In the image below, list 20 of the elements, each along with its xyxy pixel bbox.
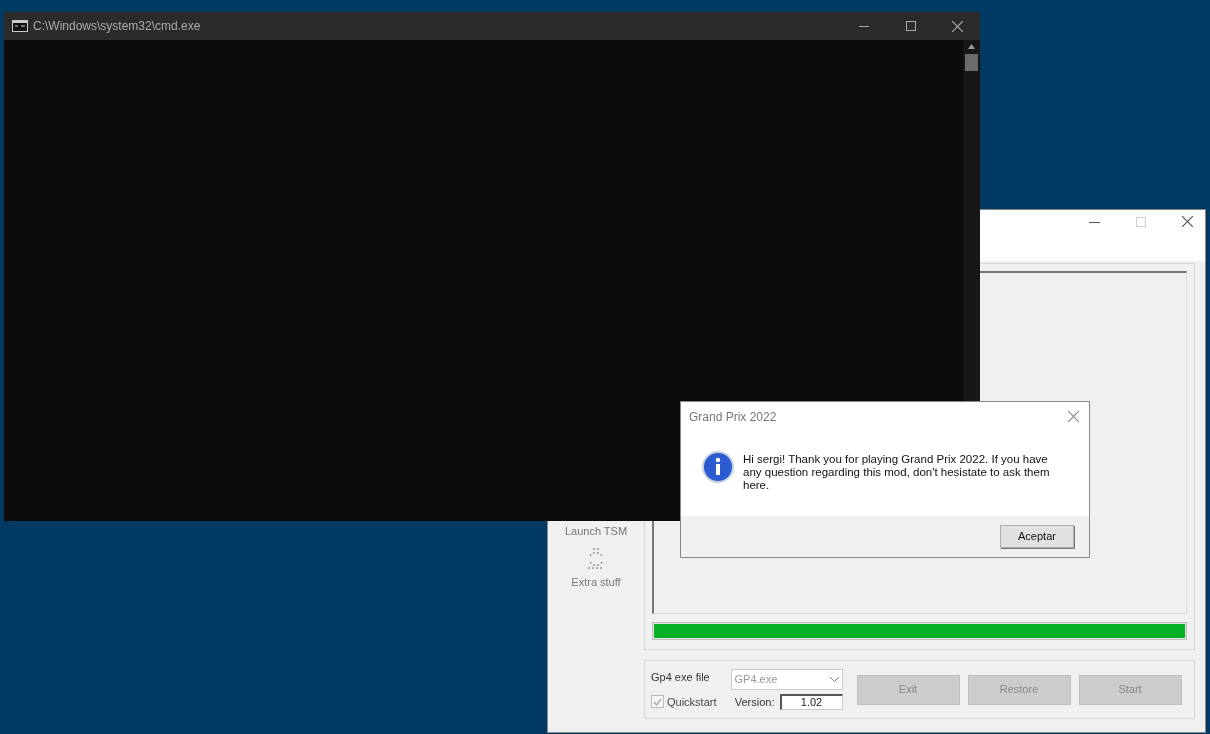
sidebar-item-label[interactable]: Extra stuff [571, 573, 621, 590]
scroll-up-icon[interactable] [968, 44, 975, 49]
dialog-title: Grand Prix 2022 [689, 408, 777, 426]
console-icon [12, 20, 28, 32]
exe-file-label: Gp4 exe file [651, 670, 711, 685]
dialog-message: Hi sergi! Thank you for playing Grand Prix 2022. If you have any question regarding this mod, don't hesistate to ask them here. [743, 453, 1051, 492]
check-icon [653, 697, 662, 706]
close-icon[interactable] [952, 20, 963, 32]
version-field[interactable]: 1.02 [779, 694, 843, 710]
console-title: C:\Windows\system32\cmd.exe [33, 18, 201, 35]
dropdown-caret-icon [829, 676, 839, 682]
close-icon[interactable] [1068, 411, 1079, 422]
accept-button[interactable]: Aceptar [1000, 525, 1074, 548]
sidebar-item-label[interactable]: Launch TSM [564, 523, 628, 540]
info-icon [702, 451, 734, 483]
close-icon[interactable] [1182, 216, 1193, 227]
version-label: Version: [734, 694, 775, 710]
scroll-thumb[interactable] [965, 54, 978, 71]
maximize-icon[interactable] [906, 21, 916, 31]
minimize-icon[interactable] [859, 25, 869, 27]
